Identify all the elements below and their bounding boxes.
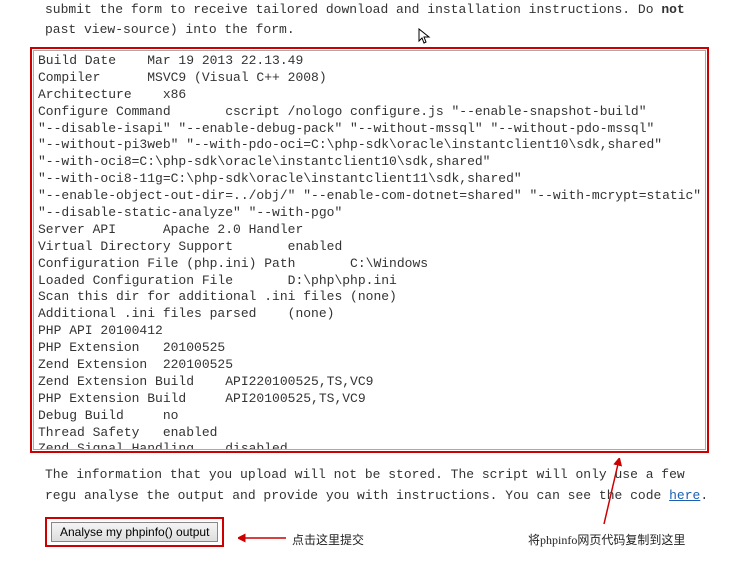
instruction-bold: not [661, 2, 684, 17]
phpinfo-textarea[interactable]: Build Date Mar 19 2013 22.13.49 Compiler… [33, 50, 706, 450]
instruction-post: past view-source) into the form. [45, 22, 295, 37]
analyse-button[interactable]: Analyse my phpinfo() output [51, 522, 218, 542]
code-link[interactable]: here [669, 488, 700, 503]
arrow-left-icon [238, 532, 288, 544]
phpinfo-textarea-highlight: Build Date Mar 19 2013 22.13.49 Compiler… [30, 47, 709, 453]
annotation-left: 点击这里提交 [292, 531, 364, 548]
instruction-text-bottom: The information that you upload will not… [0, 461, 739, 517]
instruction-pre: submit the form to receive tailored down… [45, 2, 661, 17]
instruction-bottom-pre: The information that you upload will not… [45, 467, 685, 503]
instruction-bottom-post: . [700, 488, 708, 503]
instruction-text-top: submit the form to receive tailored down… [0, 0, 739, 47]
button-highlight: Analyse my phpinfo() output [45, 517, 224, 547]
phpinfo-content: Build Date Mar 19 2013 22.13.49 Compiler… [38, 53, 701, 450]
annotation-right: 将phpinfo网页代码复制到这里 [528, 531, 685, 548]
